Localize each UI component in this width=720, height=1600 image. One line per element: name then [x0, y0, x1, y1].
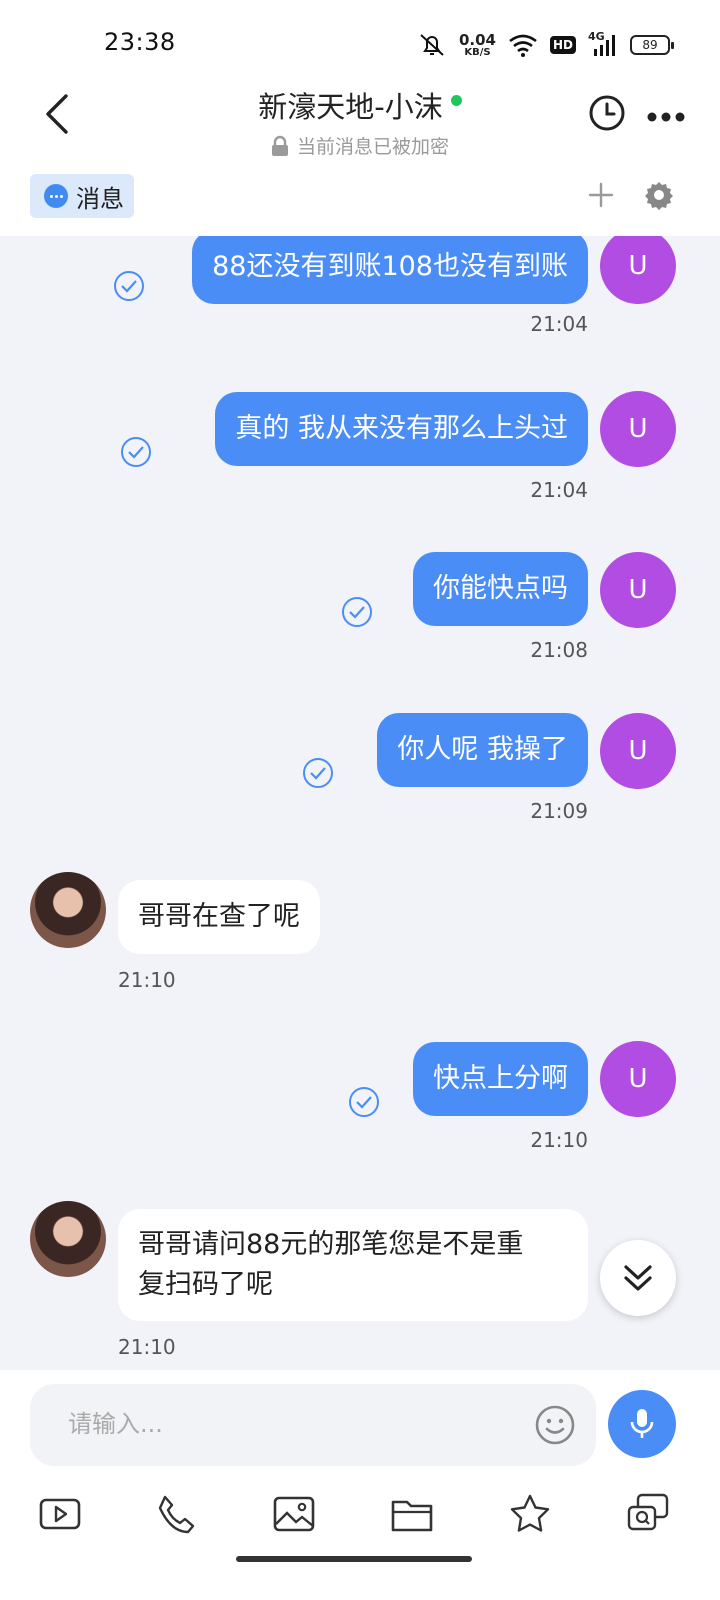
read-check-icon	[303, 758, 333, 788]
message-row: 快点上分啊 U 21:10	[0, 1041, 720, 1162]
avatar-letter: U	[628, 736, 648, 766]
avatar-letter: U	[628, 414, 648, 444]
user-avatar[interactable]: U	[600, 552, 676, 628]
message-row: 你能快点吗 U 21:08	[0, 552, 720, 672]
message-text: 真的 我从来没有那么上头过	[235, 413, 568, 444]
incoming-bubble[interactable]: 哥哥在查了呢	[118, 880, 320, 954]
net-speed: 0.04 KB/S	[458, 30, 496, 58]
message-time: 21:08	[530, 638, 588, 662]
message-time: 21:10	[118, 1335, 176, 1359]
chat-messages[interactable]: 88还没有到账108也没有到账 U 21:04 真的 我从来没有那么上头过 U …	[0, 236, 720, 1370]
star-icon	[510, 1494, 550, 1532]
contact-avatar[interactable]	[30, 872, 106, 948]
call-button[interactable]	[154, 1492, 198, 1536]
user-avatar[interactable]: U	[600, 391, 676, 467]
message-time: 21:10	[530, 1128, 588, 1152]
encryption-text: 当前消息已被加密	[296, 136, 449, 158]
video-button[interactable]	[38, 1492, 82, 1536]
encryption-notice: 当前消息已被加密	[271, 132, 449, 159]
message-text-line: 哥哥请问88元的那笔您是不是重	[138, 1229, 524, 1260]
image-icon	[273, 1496, 315, 1532]
message-row: 哥哥在查了呢 21:10	[0, 872, 720, 1002]
message-time: 21:04	[530, 312, 588, 336]
video-icon	[39, 1498, 81, 1530]
contact-avatar[interactable]	[30, 1201, 106, 1277]
contact-name: 新濠天地-小沫	[258, 90, 443, 124]
lock-icon	[271, 135, 288, 156]
question-chat-icon	[627, 1493, 669, 1531]
plus-icon	[588, 182, 614, 208]
user-avatar[interactable]: U	[600, 236, 676, 304]
message-text: 快点上分啊	[433, 1063, 568, 1094]
folder-icon	[391, 1500, 433, 1532]
faq-button[interactable]	[626, 1492, 670, 1536]
message-text: 哥哥在查了呢	[138, 901, 300, 932]
read-check-icon	[349, 1087, 379, 1117]
message-text: 你能快点吗	[433, 573, 568, 604]
tab-bar: 消息	[0, 160, 720, 236]
outgoing-bubble[interactable]: 88还没有到账108也没有到账	[192, 236, 588, 304]
net-speed-value: 0.04	[458, 30, 496, 49]
history-button[interactable]	[588, 94, 626, 132]
status-time: 23:38	[104, 28, 176, 56]
message-time: 21:09	[530, 799, 588, 823]
tab-messages[interactable]: 消息	[30, 174, 134, 218]
status-icons: 0.04 KB/S HD 4G 89	[417, 28, 674, 62]
message-text: 88还没有到账108也没有到账	[212, 251, 568, 282]
avatar-letter: U	[628, 575, 648, 605]
outgoing-bubble[interactable]: 快点上分啊	[413, 1042, 588, 1116]
voice-button[interactable]	[608, 1390, 676, 1458]
more-options-button[interactable]	[646, 108, 686, 122]
incoming-bubble[interactable]: 哥哥请问88元的那笔您是不是重 复扫码了呢	[118, 1209, 588, 1321]
signal-4g-icon: 4G	[588, 30, 618, 58]
more-dots-icon	[647, 112, 685, 122]
tab-messages-label: 消息	[76, 184, 124, 213]
message-bubble-icon	[44, 184, 68, 208]
mute-bell-icon	[420, 34, 444, 56]
file-button[interactable]	[390, 1492, 434, 1536]
emoji-icon	[535, 1405, 575, 1445]
message-text-line: 复扫码了呢	[138, 1269, 273, 1300]
microphone-icon	[630, 1409, 654, 1438]
avatar-letter: U	[628, 251, 648, 281]
message-text: 你人呢 我操了	[397, 734, 568, 765]
message-time: 21:04	[530, 478, 588, 502]
composer	[0, 1370, 720, 1600]
message-input[interactable]	[68, 1404, 508, 1444]
contact-title[interactable]: 新濠天地-小沫	[258, 84, 462, 126]
outgoing-bubble[interactable]: 你人呢 我操了	[377, 713, 588, 787]
user-avatar[interactable]: U	[600, 1041, 676, 1117]
phone-icon	[158, 1495, 195, 1534]
clock-icon	[589, 95, 625, 131]
read-check-icon	[121, 437, 151, 467]
favorite-button[interactable]	[508, 1492, 552, 1536]
message-time: 21:10	[118, 968, 176, 992]
outgoing-bubble[interactable]: 你能快点吗	[413, 552, 588, 626]
message-input-box[interactable]	[30, 1384, 596, 1466]
settings-button[interactable]	[644, 180, 674, 210]
avatar-letter: U	[628, 1064, 648, 1094]
user-avatar[interactable]: U	[600, 713, 676, 789]
chat-header: 新濠天地-小沫 当前消息已被加密	[0, 70, 720, 160]
message-row: 你人呢 我操了 U 21:09	[0, 713, 720, 833]
battery-level: 89	[642, 38, 658, 52]
message-row: 真的 我从来没有那么上头过 U 21:04	[0, 391, 720, 512]
message-row: 88还没有到账108也没有到账 U 21:04	[0, 236, 720, 350]
scroll-to-bottom-button[interactable]	[600, 1240, 676, 1316]
gear-icon	[645, 182, 673, 210]
online-status-dot	[450, 94, 462, 106]
battery-icon: 89	[630, 35, 674, 55]
read-check-icon	[114, 271, 144, 301]
outgoing-bubble[interactable]: 真的 我从来没有那么上头过	[215, 392, 588, 466]
net-speed-unit: KB/S	[464, 46, 491, 58]
read-check-icon	[342, 597, 372, 627]
emoji-button[interactable]	[534, 1404, 576, 1446]
wifi-icon	[509, 34, 537, 57]
image-button[interactable]	[272, 1492, 316, 1536]
attachment-toolbar	[0, 1492, 720, 1542]
home-indicator[interactable]	[236, 1556, 472, 1562]
hd-badge: HD	[549, 36, 576, 54]
add-tab-button[interactable]	[586, 180, 616, 210]
double-chevron-down-icon	[624, 1265, 652, 1291]
